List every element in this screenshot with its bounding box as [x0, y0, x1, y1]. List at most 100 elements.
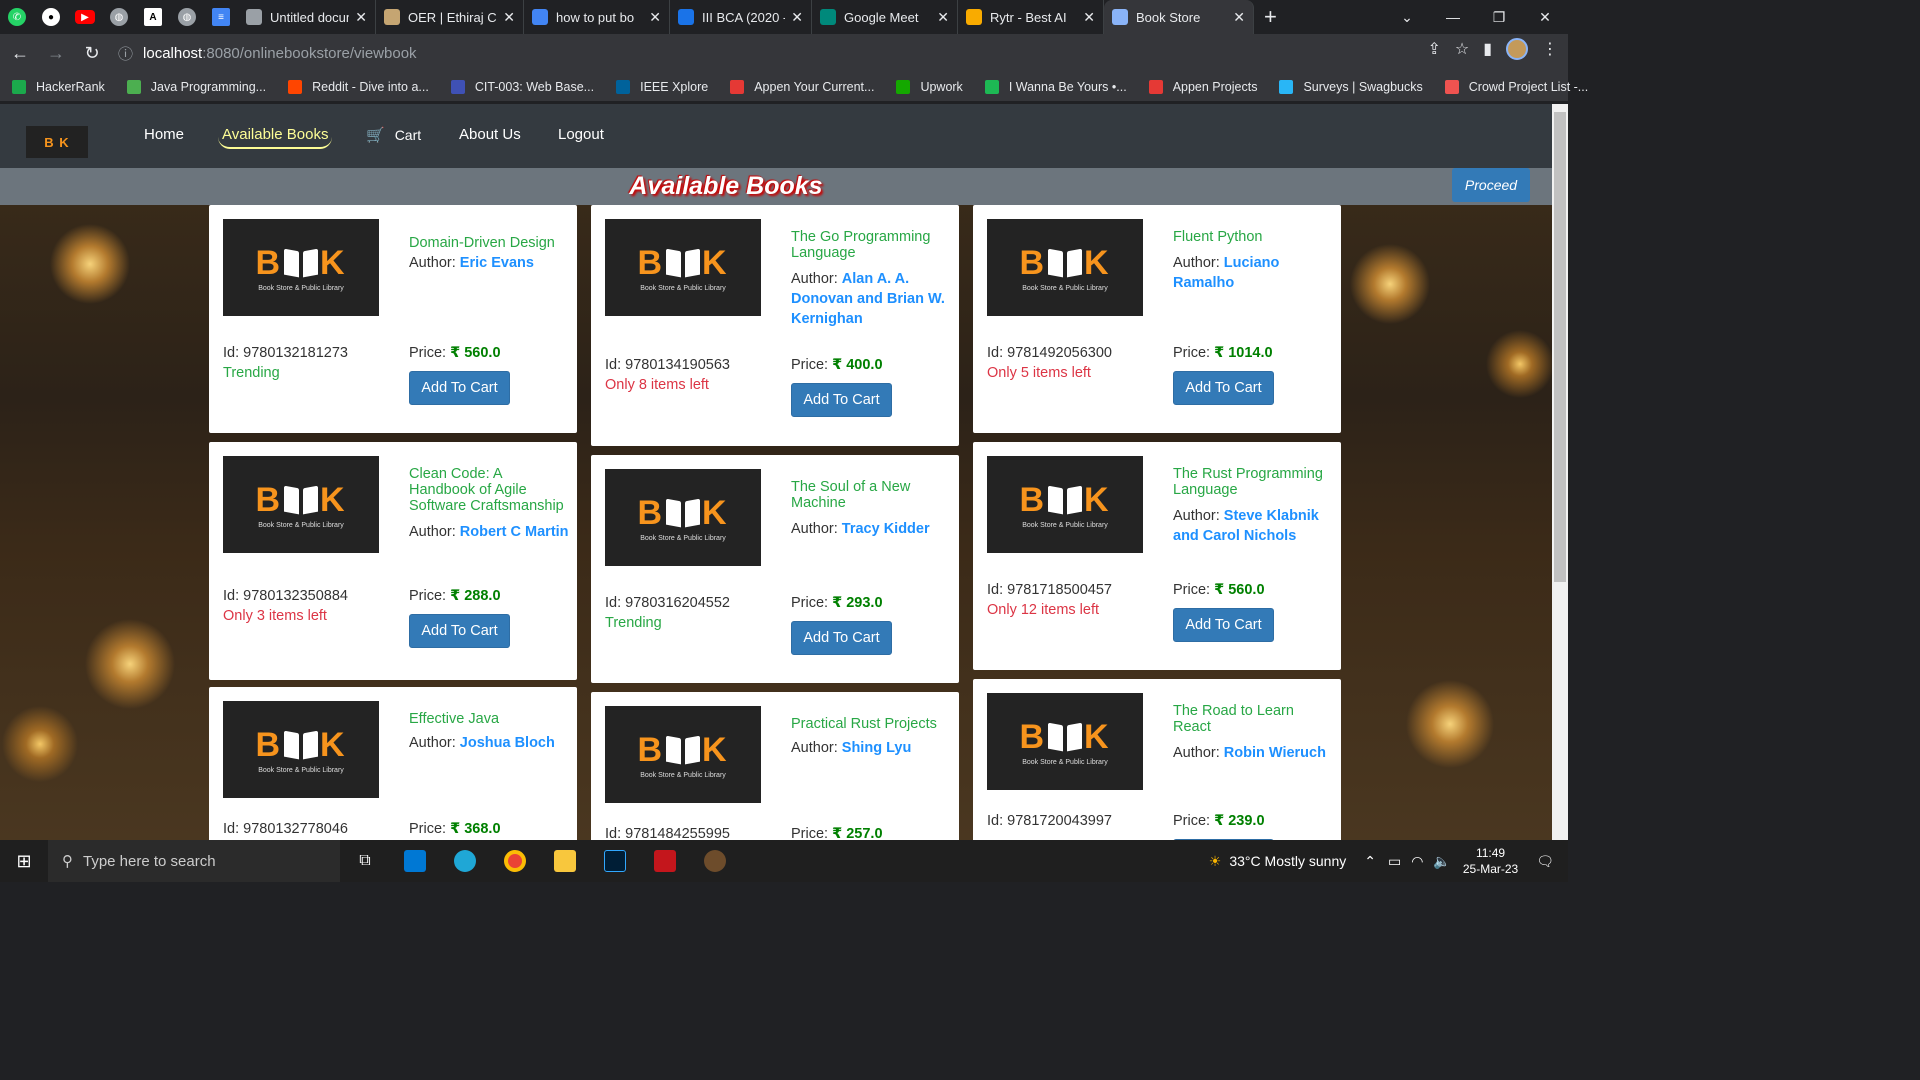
windows-start-icon[interactable]: ⊞ — [0, 840, 48, 882]
book-title: Domain-Driven Design — [409, 235, 555, 251]
globe-pinned-tab[interactable]: ◍ — [102, 0, 136, 34]
github-icon: ● — [42, 8, 60, 26]
address-bar: ← → ↻ ⓘ localhost:8080/onlinebookstore/v… — [0, 34, 1568, 72]
close-window-button[interactable]: ✕ — [1522, 0, 1568, 34]
tray-chevron-icon[interactable]: ⌃ — [1364, 853, 1376, 870]
nav-about[interactable]: About Us — [459, 126, 521, 143]
book-cover-image: B K Book Store & Public Library — [605, 469, 761, 566]
browser-tab[interactable]: Book Store ✕ — [1104, 0, 1254, 34]
tab-close-icon[interactable]: ✕ — [649, 9, 661, 26]
book-card: B K Book Store & Public Library Domain-Driv… — [209, 205, 577, 433]
add-to-cart-button[interactable]: Add To Cart — [1173, 608, 1274, 642]
whatsapp-pinned-tab[interactable]: ✆ — [0, 0, 34, 34]
share-icon[interactable]: ⇪ — [1427, 39, 1440, 59]
nav-cart[interactable]: 🛒 Cart — [366, 126, 421, 144]
site-logo[interactable]: B K — [26, 126, 88, 158]
bookmark-item[interactable]: HackerRank — [12, 79, 105, 94]
notifications-icon[interactable]: 🗨 — [1536, 853, 1554, 870]
file-explorer-icon[interactable] — [540, 840, 590, 882]
bookmark-item[interactable]: Reddit - Dive into a... — [288, 79, 429, 94]
add-to-cart-button[interactable]: Add To Cart — [1173, 371, 1274, 405]
edge-icon[interactable] — [440, 840, 490, 882]
page-scrollbar[interactable] — [1552, 104, 1568, 840]
add-to-cart-button[interactable]: Add To Cart — [409, 614, 510, 648]
tab-close-icon[interactable]: ✕ — [791, 9, 803, 26]
id-value: 9780132778046 — [243, 821, 348, 837]
id-value: 9780316204552 — [625, 595, 730, 611]
battery-icon[interactable]: ▭ — [1388, 853, 1401, 870]
nav-logout[interactable]: Logout — [558, 126, 604, 143]
photoshop-icon[interactable] — [590, 840, 640, 882]
weather-text[interactable]: 33°C Mostly sunny — [1229, 853, 1346, 869]
site-info-icon[interactable]: ⓘ — [118, 43, 133, 64]
tab-favicon-icon — [384, 9, 400, 25]
bookmark-star-icon[interactable]: ☆ — [1455, 39, 1469, 59]
tab-close-icon[interactable]: ✕ — [1083, 9, 1095, 26]
globe-pinned-tab-2[interactable]: ◍ — [170, 0, 204, 34]
browser-tab[interactable]: Google Meet ✕ — [812, 0, 958, 34]
bookmark-item[interactable]: IEEE Xplore — [616, 79, 708, 94]
url-field[interactable]: ⓘ localhost:8080/onlinebookstore/viewboo… — [118, 43, 417, 64]
wifi-icon[interactable]: ◠ — [1411, 853, 1423, 870]
bookmark-item[interactable]: Appen Projects — [1148, 79, 1257, 94]
book-card: B K Book Store & Public Library The Go Prog… — [591, 205, 959, 446]
nav-available-books[interactable]: Available Books — [218, 126, 333, 149]
chrome-icon[interactable] — [490, 840, 540, 882]
nav-home[interactable]: Home — [144, 126, 184, 143]
minimize-button[interactable]: — — [1430, 0, 1476, 34]
volume-icon[interactable]: 🔈 — [1433, 853, 1450, 870]
tab-close-icon[interactable]: ✕ — [355, 9, 367, 26]
back-arrow-icon[interactable]: ← — [4, 37, 36, 69]
font-pinned-tab[interactable]: A — [136, 0, 170, 34]
taskbar-search[interactable]: ⚲ Type here to search — [48, 840, 340, 882]
bookmark-item[interactable]: I Wanna Be Yours •... — [984, 79, 1127, 94]
docs-pinned-tab[interactable]: ≡ — [204, 0, 238, 34]
browser-tab[interactable]: III BCA (2020 - ✕ — [670, 0, 812, 34]
weather-icon: ☀ — [1208, 852, 1222, 869]
store-icon[interactable] — [390, 840, 440, 882]
tab-close-icon[interactable]: ✕ — [937, 9, 949, 26]
add-to-cart-button[interactable]: Add To Cart — [791, 383, 892, 417]
app-badge-icon[interactable] — [690, 840, 740, 882]
tab-close-icon[interactable]: ✕ — [503, 9, 515, 26]
book-price: Price: ₹ 288.0 — [409, 588, 501, 604]
id-prefix: Id: — [987, 813, 1004, 829]
task-view-icon[interactable]: ⧉ — [340, 840, 390, 882]
add-to-cart-button[interactable]: Add To Cart — [409, 371, 510, 405]
add-to-cart-button[interactable]: Add To Cart — [791, 621, 892, 655]
profile-avatar[interactable] — [1506, 38, 1528, 60]
id-prefix: Id: — [223, 345, 240, 361]
bookmark-item[interactable]: Crowd Project List -... — [1444, 79, 1588, 94]
flash-icon[interactable] — [640, 840, 690, 882]
url-path: :8080/onlinebookstore/viewbook — [202, 44, 417, 62]
clock-time: 11:49 — [1475, 846, 1506, 860]
new-tab-button[interactable]: + — [1264, 4, 1277, 30]
reload-icon[interactable]: ↻ — [76, 37, 108, 69]
bookmark-item[interactable]: Upwork — [896, 79, 963, 94]
clock[interactable]: 11:49 25-Mar-23 — [1463, 845, 1518, 877]
github-pinned-tab[interactable]: ● — [34, 0, 68, 34]
youtube-pinned-tab[interactable]: ▶ — [68, 0, 102, 34]
browser-tab[interactable]: Untitled docum ✕ — [238, 0, 376, 34]
side-panel-icon[interactable]: ▮ — [1483, 39, 1492, 59]
bookmark-favicon-icon — [616, 79, 631, 94]
nav-logout-label: Logout — [558, 126, 604, 143]
proceed-button[interactable]: Proceed — [1452, 168, 1530, 202]
forward-arrow-icon[interactable]: → — [40, 37, 72, 69]
book-author: Author: Tracy Kidder — [791, 519, 951, 539]
book-card: B K Book Store & Public Library Fluent Pyth… — [973, 205, 1341, 433]
book-card: B K Book Store & Public Library The Soul of… — [591, 455, 959, 683]
bookmark-item[interactable]: Surveys | Swagbucks — [1279, 79, 1423, 94]
bookmark-item[interactable]: Java Programming... — [126, 79, 266, 94]
browser-tab[interactable]: Rytr - Best AI ✕ — [958, 0, 1104, 34]
bookmark-favicon-icon — [1279, 79, 1294, 94]
tab-close-icon[interactable]: ✕ — [1233, 9, 1245, 26]
bookmark-item[interactable]: Appen Your Current... — [730, 79, 874, 94]
browser-tab[interactable]: OER | Ethiraj C ✕ — [376, 0, 524, 34]
bookmark-item[interactable]: CIT-003: Web Base... — [450, 79, 594, 94]
chrome-menu-icon[interactable]: ⋮ — [1542, 39, 1558, 59]
browser-tab[interactable]: how to put bo ✕ — [524, 0, 670, 34]
scroll-thumb[interactable] — [1554, 112, 1566, 582]
maximize-button[interactable]: ❐ — [1476, 0, 1522, 34]
tab-search-icon[interactable]: ⌄ — [1384, 0, 1430, 34]
